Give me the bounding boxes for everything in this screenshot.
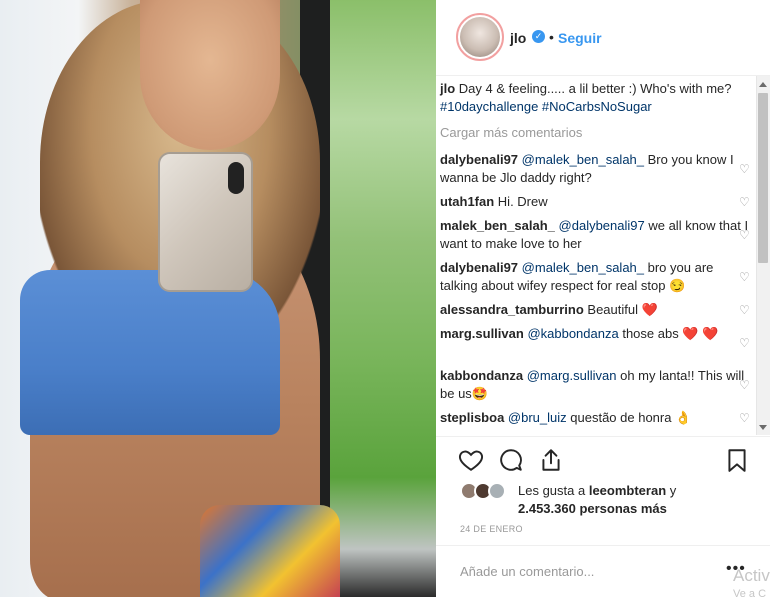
comment-item: steplisboa @bru_luiz questão de honra 👌 [440, 409, 750, 427]
comment-mention[interactable]: @malek_ben_salah_ [522, 152, 644, 167]
comment-mention[interactable]: @kabbondanza [527, 326, 618, 341]
activation-watermark: Activ [733, 566, 770, 585]
likes-count[interactable]: 2.453.360 personas más [518, 501, 667, 516]
likes-mid: y [666, 483, 677, 498]
separator-dot: • [549, 29, 554, 45]
comment-username[interactable]: steplisboa [440, 410, 504, 425]
comment-item: marg.sullivan @kabbondanza those abs ❤️ … [440, 325, 750, 343]
caption-username[interactable]: jlo [440, 81, 455, 96]
small-heart-icon[interactable]: ♡ [739, 163, 751, 175]
comment-text: those abs ❤️ ❤️ [618, 326, 719, 341]
comment-item: kabbondanza @marg.sullivan oh my lanta!!… [440, 367, 750, 403]
likes-user[interactable]: leeombteran [589, 483, 666, 498]
caption-text: Day 4 & feeling..... a lil better :) Who… [458, 81, 732, 96]
comment-text: questão de honra 👌 [566, 410, 692, 425]
garden-background [330, 0, 436, 597]
load-more-comments-button[interactable]: Cargar más comentarios [440, 125, 582, 140]
comment-item: dalybenali97 @malek_ben_salah_ Bro you k… [440, 151, 750, 187]
comment-username[interactable]: dalybenali97 [440, 152, 518, 167]
scrollbar-thumb[interactable] [758, 93, 768, 263]
comment-item: utah1fan Hi. Drew [440, 193, 750, 211]
comment-username[interactable]: malek_ben_salah_ [440, 218, 555, 233]
caption: jlo Day 4 & feeling..... a lil better :)… [440, 80, 750, 116]
blue-sports-bra [20, 270, 280, 435]
small-heart-icon[interactable]: ♡ [739, 379, 751, 391]
comment-text: Hi. Drew [497, 194, 548, 209]
comment-username[interactable]: alessandra_tamburrino [440, 302, 584, 317]
add-comment-input[interactable]: Añade un comentario... [460, 564, 594, 579]
comment-username[interactable]: marg.sullivan [440, 326, 524, 341]
small-heart-icon[interactable]: ♡ [739, 196, 751, 208]
comment-username[interactable]: kabbondanza [440, 368, 523, 383]
comment-mention[interactable]: @dalybenali97 [559, 218, 645, 233]
colorful-shorts [200, 505, 340, 597]
caption-hashtags[interactable]: #10daychallenge #NoCarbsNoSugar [440, 99, 652, 114]
scroll-up-arrow-icon[interactable] [759, 82, 767, 87]
likes-text: Les gusta a leeombteran y 2.453.360 pers… [518, 482, 676, 518]
scroll-down-arrow-icon[interactable] [759, 425, 767, 430]
comment-text: Beautiful ❤️ [587, 302, 658, 317]
comment-username[interactable]: utah1fan [440, 194, 494, 209]
heart-outline-icon[interactable] [458, 447, 484, 473]
comment-mention[interactable]: @malek_ben_salah_ [522, 260, 644, 275]
avatar[interactable] [456, 13, 504, 61]
likes-summary: Les gusta a leeombteran y 2.453.360 pers… [460, 480, 760, 520]
post-actions [436, 436, 770, 486]
post-date[interactable]: 24 DE ENERO [460, 524, 523, 534]
add-comment-bar: Añade un comentario... ••• Activ Ve a C [436, 545, 770, 600]
small-heart-icon[interactable]: ♡ [739, 229, 751, 241]
post-username[interactable]: jlo [510, 30, 526, 46]
post-photo[interactable] [0, 0, 436, 597]
comment-item: malek_ben_salah_ @dalybenali97 we all kn… [440, 217, 750, 253]
small-heart-icon[interactable]: ♡ [739, 271, 751, 283]
verified-badge-icon: ✓ [532, 30, 545, 43]
face [140, 0, 280, 150]
share-upload-icon[interactable] [538, 447, 564, 473]
comment-mention[interactable]: @marg.sullivan [527, 368, 617, 383]
likes-prefix: Les gusta a [518, 483, 586, 498]
comment-username[interactable]: dalybenali97 [440, 260, 518, 275]
activation-watermark-sub: Ve a C [733, 588, 767, 600]
bookmark-icon[interactable] [724, 447, 750, 473]
comments-list: jlo Day 4 & feeling..... a lil better :)… [436, 76, 770, 435]
comment-item: dalybenali97 @malek_ben_salah_ bro you a… [440, 259, 750, 295]
phone-camera [228, 162, 244, 194]
small-heart-icon[interactable]: ♡ [739, 412, 751, 424]
comment-item: alessandra_tamburrino Beautiful ❤️ [440, 301, 750, 319]
post-side-panel: jlo ✓ • Seguir jlo Day 4 & feeling..... … [436, 0, 770, 600]
small-heart-icon[interactable]: ♡ [739, 337, 751, 349]
post-header: jlo ✓ • Seguir [436, 0, 770, 76]
avatar[interactable] [488, 482, 506, 500]
comment-mention[interactable]: @bru_luiz [508, 410, 567, 425]
small-heart-icon[interactable]: ♡ [739, 304, 751, 316]
follow-button[interactable]: Seguir [558, 30, 602, 46]
comment-bubble-icon[interactable] [498, 447, 524, 473]
